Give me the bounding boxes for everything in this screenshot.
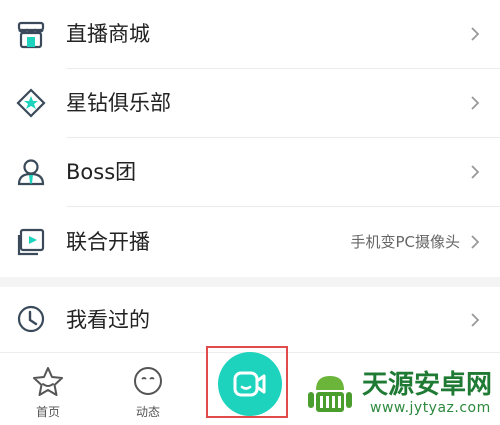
star-icon	[33, 367, 63, 396]
tab-label: 首页	[35, 405, 60, 419]
highlight-box	[206, 346, 288, 418]
menu-item-label: 星钻俱乐部	[66, 91, 171, 115]
boss-team-icon	[17, 159, 45, 186]
storefront-icon	[17, 21, 45, 49]
menu-item-watch-history[interactable]: 我看过的	[0, 287, 500, 352]
chevron-right-icon	[471, 235, 480, 249]
chevron-right-icon	[471, 96, 480, 110]
menu-item-label: 联合开播	[66, 230, 150, 254]
watermark: 天源安卓网 www.jytyaz.com	[298, 362, 500, 424]
watermark-url: www.jytyaz.com	[370, 400, 491, 416]
star-diamond-icon	[16, 88, 46, 118]
watermark-title: 天源安卓网	[362, 370, 493, 400]
menu-item-label: Boss团	[66, 160, 137, 184]
clock-icon	[17, 305, 45, 333]
screen-play-icon	[17, 228, 45, 256]
chevron-right-icon	[471, 313, 480, 327]
tab-home[interactable]: 首页	[24, 365, 72, 420]
chevron-right-icon	[471, 27, 480, 41]
tab-label: 动态	[135, 405, 160, 419]
menu-item-star-diamond-club[interactable]: 星钻俱乐部	[0, 69, 500, 137]
menu-item-boss-team[interactable]: Boss团	[0, 138, 500, 206]
menu-item-subtitle: 手机变PC摄像头	[350, 233, 460, 251]
android-logo-icon	[308, 376, 352, 412]
tab-feed[interactable]: 动态	[124, 365, 172, 420]
menu-item-live-mall[interactable]: 直播商城	[0, 0, 500, 68]
chevron-right-icon	[471, 165, 480, 179]
section-gap	[0, 277, 500, 287]
menu-item-joint-broadcast[interactable]: 联合开播 手机变PC摄像头	[0, 207, 500, 277]
menu-item-label: 直播商城	[66, 22, 150, 46]
face-icon	[134, 367, 162, 395]
menu-item-label: 我看过的	[66, 308, 150, 332]
